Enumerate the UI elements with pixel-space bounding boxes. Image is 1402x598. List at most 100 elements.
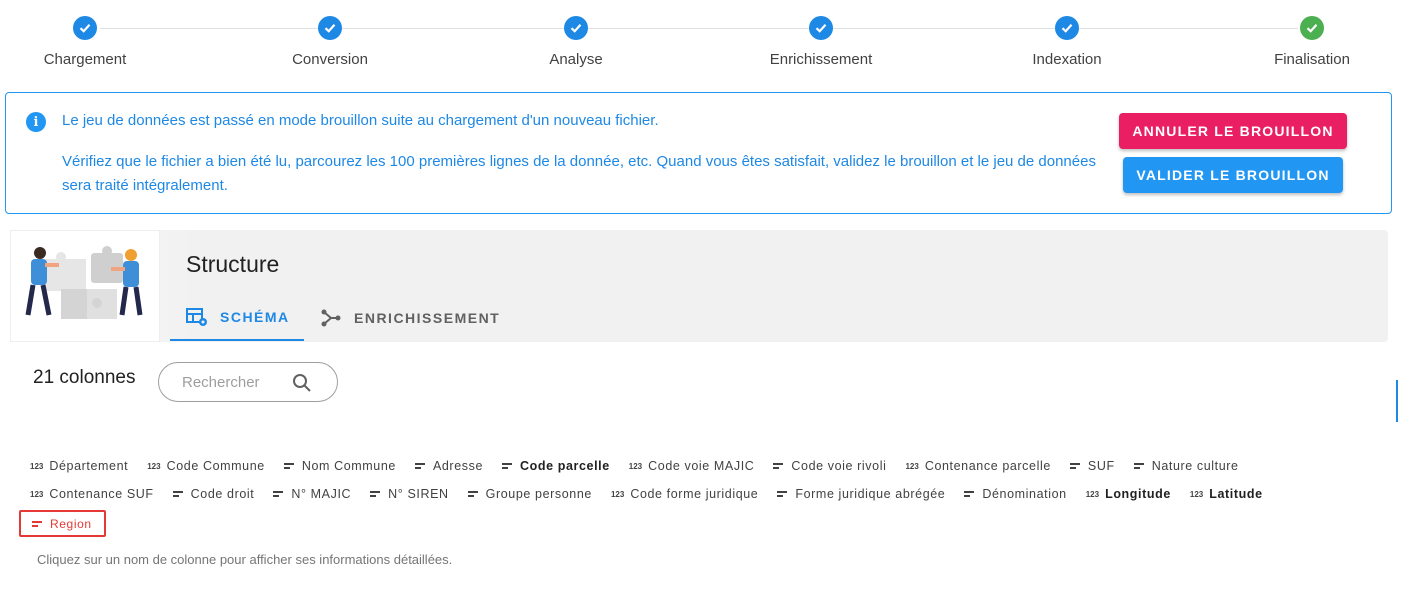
- column-chip-label: SUF: [1087, 459, 1115, 473]
- text-type-icon: [370, 489, 381, 499]
- step-label: Conversion: [292, 51, 368, 68]
- check-icon: [318, 16, 342, 40]
- column-chip[interactable]: 123 Longitude: [1086, 486, 1171, 502]
- tab-schema[interactable]: SCHÉMA: [170, 295, 304, 341]
- text-type-icon: [777, 489, 788, 499]
- column-chip[interactable]: 123 Département: [30, 458, 128, 474]
- number-type-icon: 123: [628, 461, 643, 471]
- column-chip[interactable]: Adresse: [414, 458, 483, 474]
- column-chip[interactable]: Groupe personne: [467, 486, 592, 502]
- search-input[interactable]: Rechercher: [158, 362, 338, 402]
- step-chargement: Chargement: [5, 16, 165, 68]
- text-type-icon: [467, 489, 478, 499]
- puzzle-illustration: [10, 230, 160, 342]
- number-type-icon: 123: [30, 489, 44, 499]
- check-icon: [73, 16, 97, 40]
- column-chip-region[interactable]: Region: [19, 510, 106, 537]
- column-chip[interactable]: Nom Commune: [283, 458, 396, 474]
- column-chip-label: N° MAJIC: [291, 487, 352, 501]
- check-icon: [1300, 16, 1324, 40]
- column-chip-label: Code voie rivoli: [791, 459, 887, 473]
- draft-alert: i Le jeu de données est passé en mode br…: [5, 92, 1392, 214]
- number-type-icon: 123: [905, 461, 919, 471]
- column-chip[interactable]: N° SIREN: [370, 486, 449, 502]
- info-icon: i: [26, 112, 46, 132]
- search-icon: [293, 374, 311, 392]
- column-chip-label: Dénomination: [982, 487, 1067, 501]
- text-type-icon: [283, 461, 294, 471]
- column-chip[interactable]: Code parcelle: [502, 458, 610, 474]
- step-label: Indexation: [1032, 51, 1102, 68]
- alert-instructions: Vérifiez que le fichier a bien été lu, p…: [62, 153, 1096, 194]
- search-placeholder: Rechercher: [182, 374, 260, 391]
- column-chip-label: Contenance SUF: [49, 487, 154, 501]
- structure-title: Structure: [186, 251, 280, 277]
- puzzle-illustration-image: [25, 246, 143, 319]
- scroll-indicator[interactable]: [1396, 380, 1398, 422]
- text-type-icon: [32, 519, 42, 529]
- text-type-icon: [502, 461, 512, 471]
- number-type-icon: 123: [30, 461, 44, 471]
- step-label: Enrichissement: [769, 51, 873, 68]
- column-chip[interactable]: 123 Contenance SUF: [30, 486, 154, 502]
- number-type-icon: 123: [1189, 489, 1204, 499]
- column-chip-label: Groupe personne: [485, 487, 592, 501]
- cancel-draft-button[interactable]: ANNULER LE BROUILLON: [1119, 113, 1347, 149]
- step-finalisation: Finalisation: [1232, 16, 1392, 68]
- column-chip[interactable]: Nature culture: [1133, 458, 1239, 474]
- number-type-icon: 123: [147, 461, 161, 471]
- text-type-icon: [1069, 461, 1080, 471]
- step-indexation: Indexation: [987, 16, 1147, 68]
- structure-card: Structure SCHÉMA ENRICHISSEMENT: [10, 230, 1388, 342]
- column-chip[interactable]: Code droit: [172, 486, 255, 502]
- column-chip[interactable]: Code voie rivoli: [773, 458, 886, 474]
- text-type-icon: [1133, 461, 1144, 471]
- column-chip[interactable]: 123 Code Commune: [147, 458, 265, 474]
- alert-message: Le jeu de données est passé en mode brou…: [62, 112, 659, 129]
- step-analyse: Analyse: [496, 16, 656, 68]
- step-label: Chargement: [43, 51, 127, 68]
- column-chip-label: Contenance parcelle: [924, 459, 1051, 473]
- column-chip-label: Longitude: [1105, 487, 1171, 501]
- check-icon: [809, 16, 833, 40]
- column-chip[interactable]: SUF: [1069, 458, 1115, 474]
- column-chip-label: Nom Commune: [301, 459, 396, 473]
- column-chip-label: Nature culture: [1151, 459, 1239, 473]
- text-type-icon: [964, 489, 975, 499]
- step-label: Finalisation: [1274, 51, 1350, 68]
- validate-draft-button[interactable]: VALIDER LE BROUILLON: [1123, 157, 1343, 193]
- column-chip[interactable]: N° MAJIC: [273, 486, 351, 502]
- table-settings-icon: [186, 308, 207, 326]
- step-enrichissement: Enrichissement: [741, 16, 901, 68]
- column-chip-label: Code parcelle: [520, 459, 610, 473]
- text-type-icon: [273, 489, 284, 499]
- column-chip[interactable]: Forme juridique abrégée: [777, 486, 945, 502]
- check-icon: [564, 16, 588, 40]
- number-type-icon: 123: [1085, 489, 1100, 499]
- tab-schema-label: SCHÉMA: [220, 309, 290, 325]
- column-chip[interactable]: 123 Contenance parcelle: [905, 458, 1050, 474]
- columns-row-2: 123 Contenance SUF Code droit N° MAJIC N° SI…: [30, 486, 1282, 502]
- column-chip[interactable]: 123 Latitude: [1190, 486, 1263, 502]
- column-chip[interactable]: 123 Code voie MAJIC: [629, 458, 755, 474]
- tab-enrichissement[interactable]: ENRICHISSEMENT: [320, 295, 510, 341]
- column-chip-label: Adresse: [432, 459, 483, 473]
- text-type-icon: [172, 489, 183, 499]
- column-chip-label: Region: [50, 516, 92, 531]
- column-count: 21 colonnes: [33, 367, 136, 388]
- text-type-icon: [773, 461, 784, 471]
- column-chip-label: N° SIREN: [388, 487, 449, 501]
- step-label: Analyse: [549, 51, 603, 68]
- column-chip-label: Département: [49, 459, 129, 473]
- column-chip[interactable]: 123 Code forme juridique: [611, 486, 758, 502]
- column-chip-label: Code droit: [190, 487, 255, 501]
- graph-icon: [321, 309, 341, 327]
- check-icon: [1055, 16, 1079, 40]
- stepper: Chargement Conversion Analyse Enrichissemen…: [0, 0, 1402, 80]
- text-type-icon: [414, 461, 425, 471]
- column-chip-label: Code forme juridique: [630, 487, 759, 501]
- column-hint: Cliquez sur un nom de colonne pour affic…: [37, 552, 453, 567]
- step-conversion: Conversion: [250, 16, 410, 68]
- column-chip[interactable]: Dénomination: [964, 486, 1066, 502]
- number-type-icon: 123: [610, 489, 625, 499]
